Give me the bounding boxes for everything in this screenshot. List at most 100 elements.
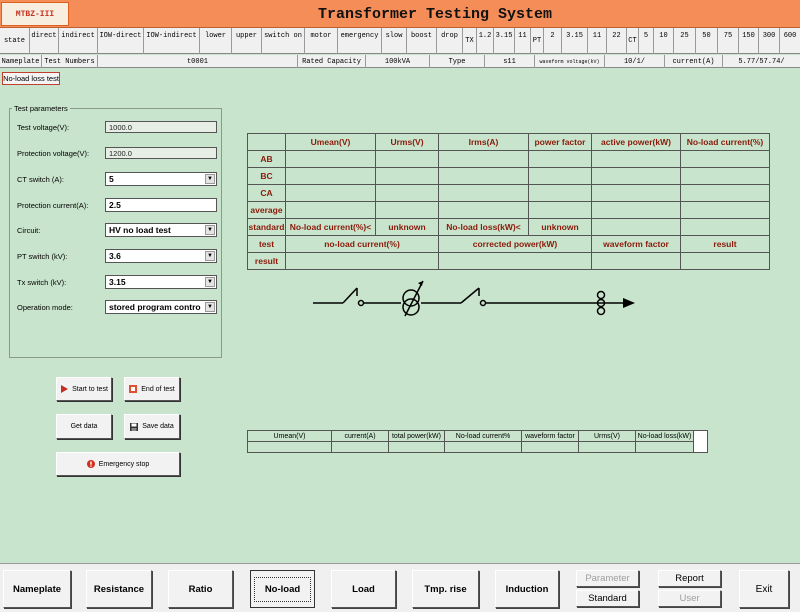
pt-switch-select[interactable]: 3.6 ▼: [105, 249, 217, 263]
switch-contact: [357, 299, 365, 307]
start-test-label: Start to test: [72, 385, 108, 393]
table-cell: [438, 201, 529, 219]
type-value: s11: [485, 55, 535, 68]
nav-induction-button[interactable]: Induction: [495, 570, 559, 608]
nav-noload-button[interactable]: No-load: [250, 570, 315, 608]
page-label: No-load loss test: [2, 72, 60, 85]
end-test-button[interactable]: End of test: [124, 377, 180, 401]
header-noload-current: No-load current(%): [680, 133, 770, 151]
state-motor: motor: [305, 28, 338, 54]
row-label-result: result: [247, 252, 286, 270]
state-indicator-row: state direct indirect IOW-direct IOW-ind…: [0, 28, 800, 54]
nav-resistance-label: Resistance: [93, 583, 145, 595]
scrollbar[interactable]: [693, 430, 708, 453]
table-cell: [438, 167, 529, 185]
table-cell: [680, 218, 770, 236]
tx-switch-select[interactable]: 3.15 ▼: [105, 275, 217, 289]
protection-voltage-field[interactable]: 1200.0: [105, 147, 217, 159]
table-cell: [438, 150, 529, 168]
parameter-button[interactable]: Parameter: [576, 570, 639, 587]
standard-label: Standard: [588, 593, 627, 604]
table-cell: [680, 252, 770, 270]
summary-header-waveform-factor: waveform factor: [521, 430, 579, 442]
table-cell: [591, 201, 681, 219]
table-row: average: [247, 201, 770, 219]
switch-blade: [460, 287, 480, 304]
state-upper: upper: [232, 28, 262, 54]
table-row: [247, 441, 708, 453]
exit-button[interactable]: Exit: [739, 570, 789, 608]
table-cell: [591, 218, 681, 236]
user-button[interactable]: User: [658, 590, 721, 607]
test-number-value: t0001: [98, 55, 298, 68]
user-label: User: [679, 593, 700, 604]
state-iow-direct: IOW-direct: [98, 28, 144, 54]
play-icon: [61, 385, 69, 393]
table-cell: [375, 150, 439, 168]
test-parameters-title: Test parameters: [12, 104, 70, 113]
pt-value: 22: [607, 28, 627, 54]
nav-load-button[interactable]: Load: [331, 570, 396, 608]
emergency-stop-button[interactable]: Emergency stop: [56, 452, 180, 476]
pt-switch-label: PT switch (kV):: [17, 251, 68, 261]
table-cell: [528, 167, 592, 185]
transformer-coil-secondary: [402, 298, 420, 316]
table-cell: [285, 201, 376, 219]
row-label-test: test: [247, 235, 286, 253]
nav-tmp-rise-button[interactable]: Tmp. rise: [412, 570, 479, 608]
nav-ratio-button[interactable]: Ratio: [168, 570, 233, 608]
chevron-down-icon[interactable]: ▼: [205, 251, 215, 261]
save-data-button[interactable]: Save data: [124, 414, 180, 439]
table-cell: [438, 184, 529, 202]
standard-button[interactable]: Standard: [576, 590, 639, 607]
pt-label: PT: [531, 28, 544, 54]
row-label-bc: BC: [247, 167, 286, 185]
nav-load-label: Load: [352, 583, 375, 595]
table-cell: [375, 184, 439, 202]
protection-current-field[interactable]: 2.5: [105, 198, 217, 212]
test-voltage-field[interactable]: 1000.0: [105, 121, 217, 133]
start-test-button[interactable]: Start to test: [56, 377, 112, 401]
table-cell: [680, 150, 770, 168]
table-cell: [444, 441, 522, 453]
ct-value: 10: [654, 28, 674, 54]
header-irms: Irms(A): [438, 133, 529, 151]
table-cell: [285, 167, 376, 185]
std-noload-current-value: unknown: [375, 218, 439, 236]
ct-switch-select[interactable]: 5 ▼: [105, 172, 217, 186]
table-cell: [680, 201, 770, 219]
table-cell: [247, 133, 286, 151]
current-value: 5.77/57.74/: [738, 57, 785, 66]
circuit-select[interactable]: HV no load test ▼: [105, 223, 217, 237]
chevron-down-icon[interactable]: ▼: [205, 174, 215, 184]
chevron-down-icon[interactable]: ▼: [205, 225, 215, 235]
table-cell: [591, 167, 681, 185]
table-row: CA: [247, 184, 770, 202]
row-label-ab: AB: [247, 150, 286, 168]
summary-header-umean: Umean(V): [247, 430, 332, 442]
get-data-button[interactable]: Get data: [56, 414, 112, 439]
tx-label: TX: [463, 28, 477, 54]
chevron-down-icon[interactable]: ▼: [205, 302, 215, 312]
table-cell: [285, 252, 439, 270]
table-cell: [388, 441, 445, 453]
protection-current-label: Protection current(A):: [17, 200, 89, 210]
nav-resistance-button[interactable]: Resistance: [86, 570, 152, 608]
operation-mode-select[interactable]: stored program contro ▼: [105, 300, 217, 314]
table-cell: [591, 150, 681, 168]
standard-row: standard No-load current(%)< unknown No-…: [247, 218, 770, 236]
state-label: state: [0, 28, 30, 54]
tx-switch-label: Tx switch (kV):: [17, 277, 67, 287]
app-logo: MTBZ-III: [1, 2, 69, 26]
state-iow-indirect: IOW-indirect: [144, 28, 200, 54]
ct-value: 300: [759, 28, 780, 54]
pt-value: 11: [588, 28, 607, 54]
nav-nameplate-button[interactable]: Nameplate: [3, 570, 71, 608]
report-button[interactable]: Report: [658, 570, 721, 587]
table-cell: [247, 441, 332, 453]
table-cell: [680, 184, 770, 202]
table-cell: [521, 441, 579, 453]
table-row: AB: [247, 150, 770, 168]
chevron-down-icon[interactable]: ▼: [205, 277, 215, 287]
std-noload-current-label: No-load current(%)<: [285, 218, 376, 236]
